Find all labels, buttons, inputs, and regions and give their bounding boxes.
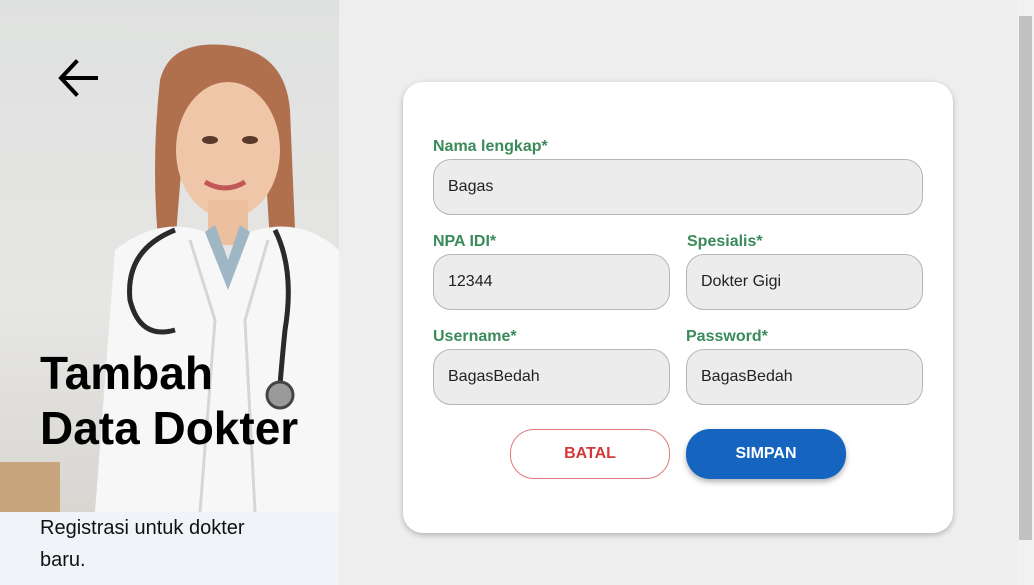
back-button[interactable] xyxy=(52,54,104,102)
username-label: Username* xyxy=(433,328,517,345)
hero-panel: Tambah Data Dokter Registrasi untuk dokt… xyxy=(0,0,339,585)
arrow-left-icon xyxy=(58,59,98,97)
nama-input[interactable] xyxy=(433,159,923,215)
npa-input[interactable] xyxy=(433,254,670,310)
npa-label: NPA IDI* xyxy=(433,233,497,250)
spesialis-input[interactable] xyxy=(686,254,923,310)
password-label: Password* xyxy=(686,328,768,345)
spesialis-label: Spesialis* xyxy=(687,233,763,250)
scrollbar[interactable] xyxy=(1017,0,1034,585)
page-subtitle: Registrasi untuk dokter baru. xyxy=(40,517,245,571)
username-input[interactable] xyxy=(433,349,670,405)
page-title: Tambah Data Dokter xyxy=(40,347,299,454)
password-input[interactable] xyxy=(686,349,923,405)
save-button[interactable]: SIMPAN xyxy=(686,429,846,479)
nama-label: Nama lengkap* xyxy=(433,138,548,155)
form-card: Nama lengkap* NPA IDI* Spesialis* Userna… xyxy=(403,82,953,533)
cancel-button[interactable]: BATAL xyxy=(510,429,670,479)
scrollbar-thumb[interactable] xyxy=(1019,16,1032,540)
